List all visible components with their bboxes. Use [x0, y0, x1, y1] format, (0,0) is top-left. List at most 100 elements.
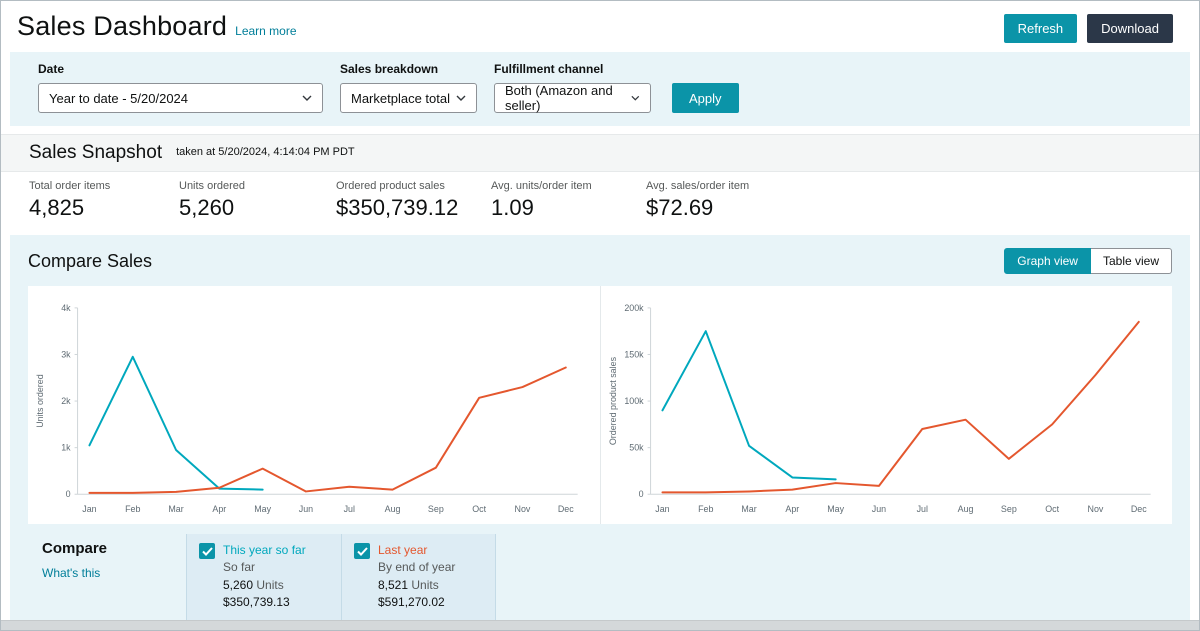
compare-sales-section: Compare Sales Graph view Table view 0 1k 2… — [10, 235, 1190, 630]
refresh-button[interactable]: Refresh — [1003, 14, 1078, 43]
stat-label: Total order items — [29, 180, 111, 192]
learn-more-link[interactable]: Learn more — [235, 24, 296, 38]
stat-total-order-items: Total order items 4,825 — [29, 180, 179, 221]
checkmark-icon — [201, 546, 213, 556]
legend-item-last-year: Last year By end of year 8,521 Units $59… — [341, 534, 496, 620]
compare-legend: Compare What's this This year so far So … — [28, 534, 1172, 620]
legend-last-year-text: Last year By end of year 8,521 Units $59… — [378, 542, 455, 612]
table-view-button[interactable]: Table view — [1090, 248, 1172, 274]
fulfillment-channel-select[interactable]: Both (Amazon and seller) — [494, 83, 651, 113]
sales-snapshot-header: Sales Snapshot taken at 5/20/2024, 4:14:… — [1, 134, 1199, 172]
snapshot-stats-row: Total order items 4,825 Units ordered 5,… — [1, 172, 1199, 233]
svg-text:Units ordered: Units ordered — [35, 374, 45, 428]
units-ordered-chart: 0 1k 2k 3k 4k Jan Feb Mar Apr May Jun Jul Aug Sep Oct N… — [35, 303, 578, 514]
date-select[interactable]: Year to date - 5/20/2024 — [38, 83, 323, 113]
svg-text:Feb: Feb — [698, 504, 713, 514]
stat-avg-sales-per-order: Avg. sales/order item $72.69 — [646, 180, 749, 221]
page-title: Sales Dashboard — [17, 11, 228, 41]
svg-text:Mar: Mar — [741, 504, 756, 514]
stat-label: Units ordered — [179, 180, 246, 192]
svg-text:2k: 2k — [61, 396, 71, 406]
svg-text:50k: 50k — [629, 443, 644, 453]
svg-text:Aug: Aug — [385, 504, 401, 514]
svg-text:200k: 200k — [624, 303, 644, 313]
svg-text:Jun: Jun — [299, 504, 313, 514]
legend-last-year-sales: $591,270.02 — [378, 595, 445, 610]
svg-text:100k: 100k — [624, 396, 644, 406]
date-filter-label: Date — [38, 62, 65, 76]
svg-text:Jan: Jan — [655, 504, 669, 514]
horizontal-scrollbar[interactable] — [1, 620, 1199, 630]
fulfillment-channel-label: Fulfillment channel — [494, 62, 604, 76]
legend-item-this-year: This year so far So far 5,260 Units $350… — [186, 534, 341, 620]
page-header: Sales Dashboard Learn more Refresh Downl… — [1, 1, 1199, 47]
date-filter-group: Date Year to date - 5/20/2024 — [38, 62, 323, 113]
stat-label: Ordered product sales — [336, 180, 445, 192]
compare-legend-title: Compare — [42, 540, 108, 557]
stat-label: Avg. sales/order item — [646, 180, 750, 192]
legend-last-year-label: Last year — [378, 543, 428, 557]
sales-breakdown-label: Sales breakdown — [340, 62, 439, 76]
legend-this-year-text: This year so far So far 5,260 Units $350… — [223, 542, 306, 612]
svg-text:4k: 4k — [61, 303, 71, 313]
fulfillment-channel-filter-group: Fulfillment channel Both (Amazon and sel… — [494, 62, 651, 113]
svg-text:Jun: Jun — [871, 504, 885, 514]
checkmark-icon — [356, 546, 368, 556]
stat-value: 5,260 — [179, 195, 235, 220]
svg-text:Mar: Mar — [168, 504, 183, 514]
svg-text:Apr: Apr — [785, 504, 799, 514]
chevron-down-icon — [302, 95, 312, 101]
stat-label: Avg. units/order item — [491, 180, 592, 192]
svg-text:3k: 3k — [61, 349, 71, 359]
units-ordered-chart-panel: 0 1k 2k 3k 4k Jan Feb Mar Apr May Jun Jul Aug Sep Oct N… — [28, 286, 601, 524]
stat-avg-units-per-order: Avg. units/order item 1.09 — [491, 180, 646, 221]
svg-text:Oct: Oct — [1045, 504, 1059, 514]
svg-text:0: 0 — [66, 489, 71, 499]
legend-last-year-sublabel: By end of year — [378, 560, 456, 575]
chevron-down-icon — [631, 95, 640, 101]
apply-button[interactable]: Apply — [672, 83, 739, 113]
stat-ordered-product-sales: Ordered product sales $350,739.12 — [336, 180, 491, 221]
stat-units-ordered: Units ordered 5,260 — [179, 180, 336, 221]
charts-row: 0 1k 2k 3k 4k Jan Feb Mar Apr May Jun Jul Aug Sep Oct N… — [28, 286, 1172, 524]
svg-text:May: May — [827, 504, 844, 514]
svg-text:Jan: Jan — [82, 504, 96, 514]
whats-this-link[interactable]: What's this — [42, 566, 186, 580]
download-button[interactable]: Download — [1087, 14, 1173, 43]
this-year-checkbox[interactable] — [199, 543, 215, 559]
ordered-product-sales-chart-panel: 0 50k 100k 150k 200k Jan Feb Mar Apr May Jun Jul Aug… — [601, 286, 1173, 524]
svg-text:Feb: Feb — [125, 504, 140, 514]
stat-value: 4,825 — [29, 195, 85, 220]
title-wrap: Sales Dashboard Learn more — [17, 11, 297, 42]
header-buttons: Refresh Download — [1003, 14, 1173, 43]
legend-this-year-units: 5,260 Units — [223, 577, 284, 592]
legend-this-year-sales: $350,739.13 — [223, 595, 290, 610]
svg-text:Dec: Dec — [1130, 504, 1146, 514]
last-year-checkbox[interactable] — [354, 543, 370, 559]
svg-text:Nov: Nov — [1087, 504, 1103, 514]
graph-view-button[interactable]: Graph view — [1004, 248, 1091, 274]
svg-text:Aug: Aug — [957, 504, 973, 514]
view-toggle: Graph view Table view — [1004, 248, 1172, 274]
svg-text:Ordered product sales: Ordered product sales — [607, 356, 617, 445]
sales-breakdown-select-value: Marketplace total — [351, 90, 450, 106]
svg-text:0: 0 — [638, 489, 643, 499]
filter-bar: Date Year to date - 5/20/2024 Sales brea… — [10, 52, 1190, 126]
snapshot-timestamp: taken at 5/20/2024, 4:14:04 PM PDT — [176, 146, 355, 158]
stat-value: $350,739.12 — [336, 195, 459, 220]
svg-text:Nov: Nov — [515, 504, 531, 514]
ordered-product-sales-chart: 0 50k 100k 150k 200k Jan Feb Mar Apr May Jun Jul Aug… — [607, 303, 1151, 514]
legend-last-year-units: 8,521 Units — [378, 577, 439, 592]
svg-text:Jul: Jul — [916, 504, 927, 514]
compare-legend-head: Compare What's this — [28, 534, 186, 620]
legend-this-year-label: This year so far — [223, 543, 306, 557]
sales-breakdown-select[interactable]: Marketplace total — [340, 83, 477, 113]
svg-text:1k: 1k — [61, 443, 71, 453]
svg-text:Apr: Apr — [212, 504, 226, 514]
compare-sales-title: Compare Sales — [28, 250, 153, 271]
sales-breakdown-filter-group: Sales breakdown Marketplace total — [340, 62, 477, 113]
sales-snapshot-title: Sales Snapshot — [29, 142, 163, 163]
svg-text:Oct: Oct — [472, 504, 486, 514]
date-select-value: Year to date - 5/20/2024 — [49, 90, 189, 106]
svg-text:Dec: Dec — [558, 504, 574, 514]
